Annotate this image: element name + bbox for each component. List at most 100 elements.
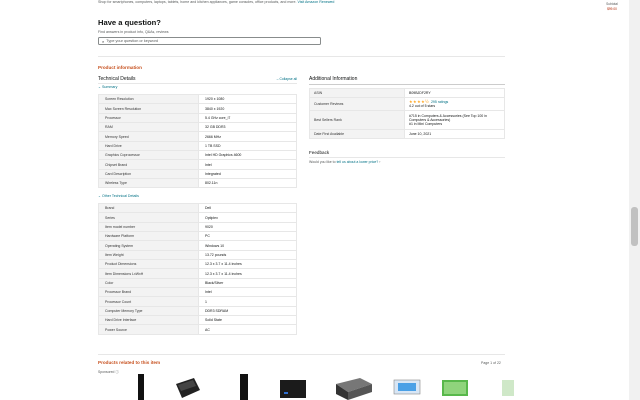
rating-text: 4.2 out of 5 stars bbox=[409, 104, 436, 109]
spec-value: 2666 MHz bbox=[198, 131, 297, 142]
section-divider bbox=[98, 56, 505, 57]
spec-key: Hardware Platform bbox=[98, 231, 199, 242]
table-row: Hard Drive 1 TB SSD bbox=[98, 140, 297, 152]
lower-price-link[interactable]: tell us about a lower price? bbox=[337, 160, 379, 164]
product-thumbnail-mini-pc[interactable] bbox=[174, 376, 202, 400]
spec-value: 1 bbox=[198, 296, 297, 307]
table-row: Product Dimensions 12.3 x 3.7 x 11.4 inch… bbox=[98, 259, 297, 270]
table-row: Wireless Type 802.11n bbox=[98, 178, 297, 189]
reviews-key: Customer Reviews bbox=[309, 96, 405, 112]
collapse-all-label: Collapse all bbox=[279, 77, 297, 81]
other-details-toggle[interactable]: ⌄ Other Technical Details bbox=[98, 194, 139, 198]
technical-details-header: Technical Details – Collapse all bbox=[98, 76, 297, 82]
spec-value: Intel HD Graphics 4600 bbox=[198, 150, 297, 161]
table-row: Processor 5.4 GHz core_i7 bbox=[98, 112, 297, 124]
additional-info-table: ASIN B09BJDF2RY Customer Reviews ★★★★½ 2… bbox=[309, 88, 505, 139]
spec-value: AC bbox=[198, 324, 297, 335]
table-row: Power Source AC bbox=[98, 324, 297, 335]
table-row: Card Description Integrated bbox=[98, 168, 297, 180]
summary-label: Summary bbox=[102, 85, 118, 89]
scrollbar-thumb[interactable] bbox=[631, 207, 638, 246]
table-row: Customer Reviews ★★★★½ 295 ratings 4.2 o… bbox=[309, 96, 505, 112]
spec-value: Intel bbox=[198, 287, 297, 298]
question-placeholder: Type your question or keyword bbox=[106, 39, 158, 43]
asin-key: ASIN bbox=[309, 88, 405, 98]
collapse-all-link[interactable]: – Collapse all bbox=[277, 77, 297, 81]
spec-key: Item model number bbox=[98, 221, 199, 233]
bsr-key: Best Sellers Rank bbox=[309, 110, 405, 131]
spec-key: Computer Memory Type bbox=[98, 305, 199, 317]
spec-key: Card Description bbox=[98, 168, 199, 180]
table-row: RAM 32 GB DDR3 bbox=[98, 122, 297, 133]
product-thumbnail-mini-box[interactable] bbox=[332, 376, 374, 400]
spec-value: Windows 10 bbox=[198, 240, 297, 251]
spec-value: Integrated bbox=[198, 168, 297, 180]
product-thumbnail-desktop[interactable] bbox=[236, 374, 252, 400]
additional-info-divider bbox=[309, 83, 505, 85]
spec-key: Operating System bbox=[98, 240, 199, 251]
product-thumbnail-all-in-one[interactable] bbox=[440, 376, 472, 400]
table-row: Hard Drive Interface Solid State bbox=[98, 315, 297, 326]
spec-value: Intel bbox=[198, 159, 297, 170]
top-note-text: Shop for smartphones, computers, laptops… bbox=[98, 0, 297, 4]
product-thumbnail-monitor[interactable] bbox=[392, 376, 424, 400]
carousel-page-indicator: Page 1 of 22 bbox=[481, 361, 501, 365]
top-note: Shop for smartphones, computers, laptops… bbox=[98, 0, 334, 4]
feedback-divider bbox=[309, 156, 505, 158]
question-search-input[interactable]: ⌕ Type your question or keyword bbox=[98, 37, 321, 45]
table-row: Best Sellers Rank #715 in Computers & Ac… bbox=[309, 110, 505, 131]
table-row: Hardware Platform PC bbox=[98, 231, 297, 242]
table-row: Max Screen Resolution 3840 x 1920 bbox=[98, 103, 297, 114]
question-heading: Have a question? bbox=[98, 18, 161, 27]
product-information-title: Product information bbox=[98, 65, 142, 70]
sponsored-text: Sponsored bbox=[98, 370, 115, 374]
side-panel-line2: $99.00 bbox=[607, 7, 617, 11]
spec-value: 1920 x 1080 bbox=[198, 93, 297, 105]
spec-value: 13.72 pounds bbox=[198, 249, 297, 261]
spec-key: Screen Resolution bbox=[98, 93, 199, 105]
spec-value: Black/Silver bbox=[198, 277, 297, 289]
spec-value: 1 TB SSD bbox=[198, 140, 297, 152]
spec-key: RAM bbox=[98, 122, 199, 133]
side-panel-line1: Subtotal bbox=[606, 2, 618, 6]
asin-value: B09BJDF2RY bbox=[404, 88, 505, 98]
chevron-right-icon: › bbox=[379, 160, 381, 164]
table-row: Item model number 9020 bbox=[98, 221, 297, 233]
search-icon: ⌕ bbox=[102, 38, 105, 44]
spec-key: Memory Speed bbox=[98, 131, 199, 142]
spec-value: 5.4 GHz core_i7 bbox=[198, 112, 297, 124]
spec-value: Optiplex bbox=[198, 212, 297, 223]
spec-value: Dell bbox=[198, 202, 297, 214]
bsr-rank-2: #1 in Mini Computers bbox=[409, 122, 443, 127]
scrollbar-track[interactable] bbox=[629, 0, 640, 400]
table-row: Processor Count 1 bbox=[98, 296, 297, 307]
spec-value: PC bbox=[198, 231, 297, 242]
question-subtext: Find answers in product info, Q&As, revi… bbox=[98, 30, 169, 34]
bsr-rank-1: #715 in Computers & Accessories (See Top… bbox=[409, 114, 487, 123]
spec-value: 3840 x 1920 bbox=[198, 103, 297, 114]
amazon-renewed-link[interactable]: Visit Amazon Renewed bbox=[298, 0, 335, 4]
table-row: Item Weight 13.72 pounds bbox=[98, 249, 297, 261]
table-row: ASIN B09BJDF2RY bbox=[309, 88, 505, 98]
spec-key: Chipset Brand bbox=[98, 159, 199, 170]
spec-key: Series bbox=[98, 212, 199, 223]
spec-key: Hard Drive bbox=[98, 140, 199, 152]
spec-key: Product Dimensions bbox=[98, 259, 199, 270]
spec-value: Solid State bbox=[198, 315, 297, 326]
table-row: Computer Memory Type DDR3 SDRAM bbox=[98, 305, 297, 317]
product-thumbnail-tower[interactable] bbox=[134, 374, 148, 400]
spec-value: 12.3 x 3.7 x 11.4 inches bbox=[198, 259, 297, 270]
side-panel: Subtotal $99.00 bbox=[598, 2, 626, 11]
date-value: June 10, 2021 bbox=[404, 129, 505, 139]
product-thumbnail-nuc[interactable] bbox=[278, 376, 310, 400]
spec-key: Color bbox=[98, 277, 199, 289]
spec-key: Wireless Type bbox=[98, 178, 199, 189]
additional-info-title: Additional Information bbox=[309, 76, 358, 82]
feedback-prefix: Would you like to bbox=[309, 160, 336, 164]
summary-table: Screen Resolution 1920 x 1080 Max Screen R… bbox=[98, 93, 297, 189]
summary-toggle[interactable]: ⌄ Summary bbox=[98, 85, 117, 89]
spec-key: Max Screen Resolution bbox=[98, 103, 199, 114]
table-row: Series Optiplex bbox=[98, 212, 297, 223]
product-thumbnail-partial[interactable] bbox=[500, 376, 514, 400]
other-details-label: Other Technical Details bbox=[102, 194, 139, 198]
